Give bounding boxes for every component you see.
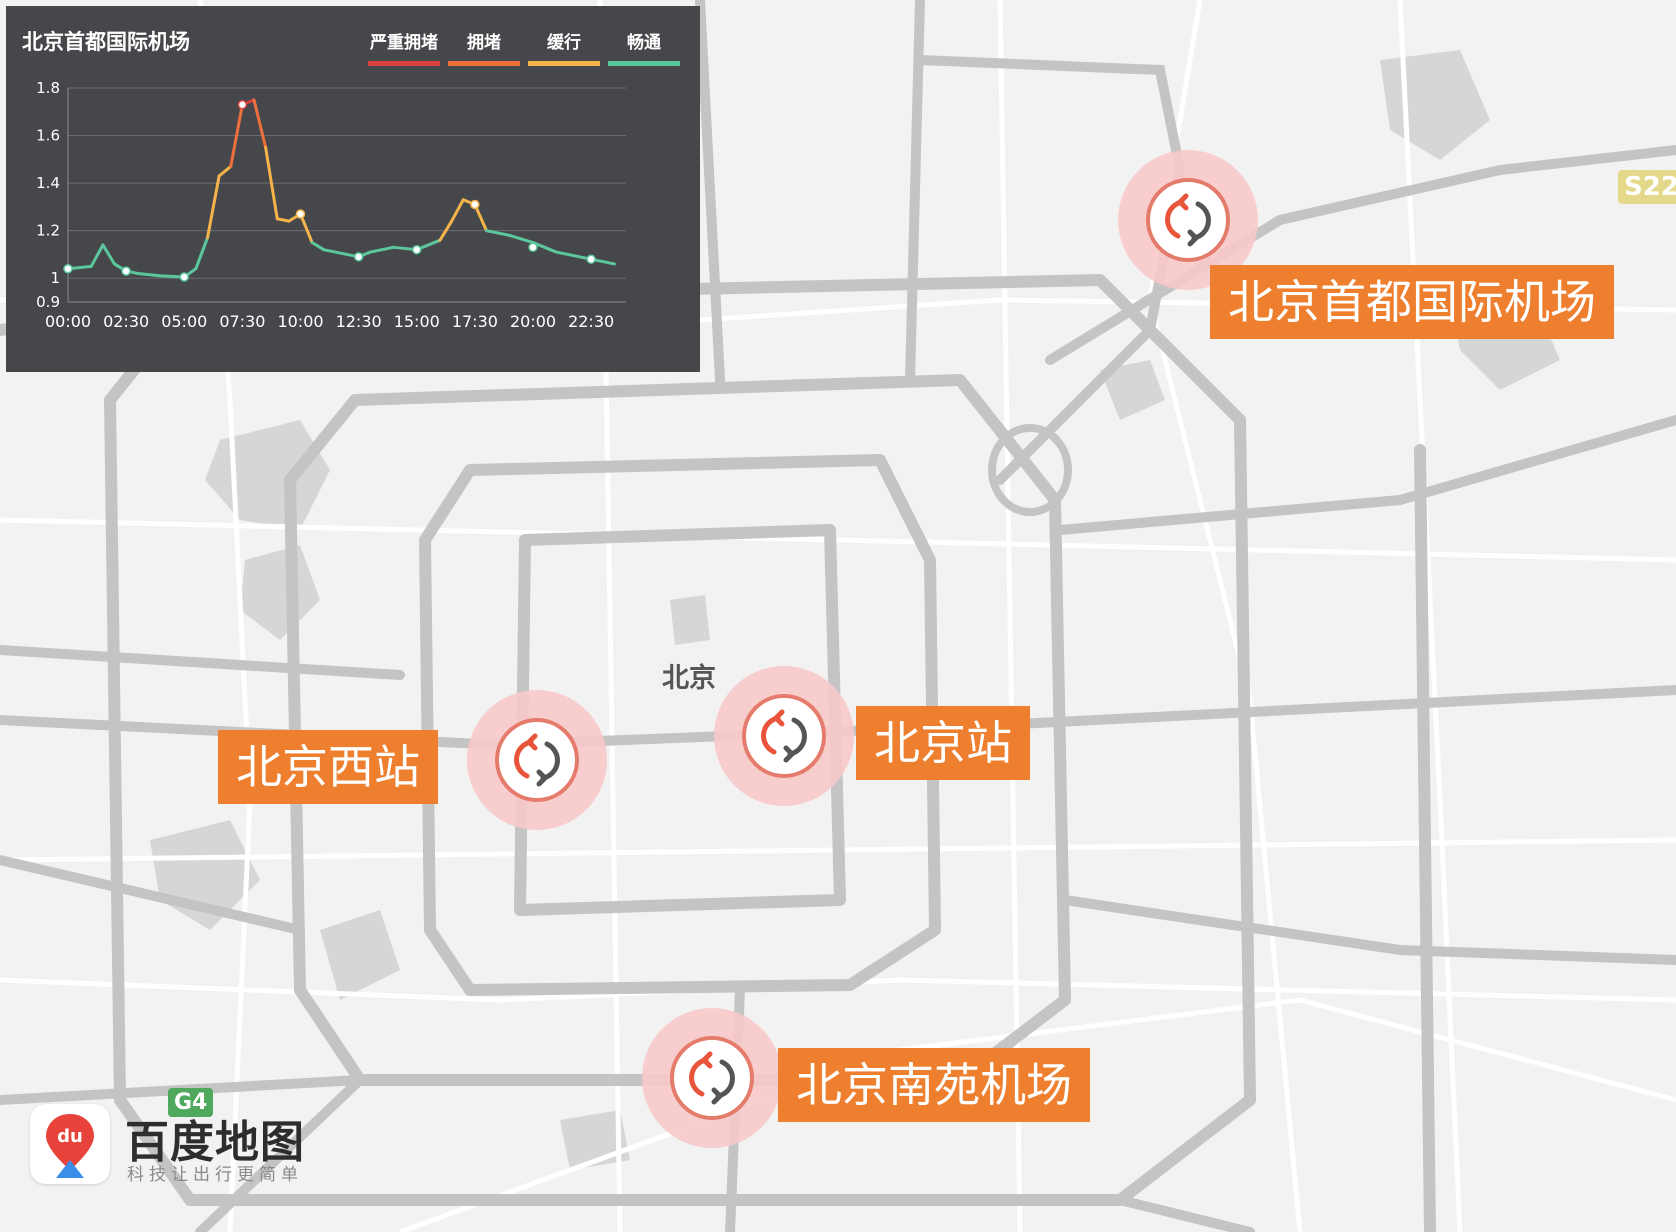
data-point (121, 266, 131, 276)
data-point (63, 263, 73, 274)
x-tick-label: 12:30 (336, 312, 382, 331)
series-line-segment (194, 236, 209, 271)
series-line-segment (206, 174, 221, 240)
map-pin-icon: du (30, 1104, 110, 1184)
x-tick-label: 05:00 (161, 312, 207, 331)
y-tick-label: 1 (50, 269, 60, 287)
traffic-chart-panel: 北京首都国际机场 严重拥堵 拥堵 缓行 畅通 0.9 1 1.2 1.4 1.6 1.8 0… (6, 6, 700, 372)
x-tick-label: 20:00 (510, 312, 556, 331)
logo-badge-text: du (57, 1126, 83, 1147)
data-point (586, 254, 596, 264)
y-tick-label: 1.4 (36, 174, 60, 192)
data-point (295, 209, 306, 219)
x-tick-label: 17:30 (452, 312, 498, 331)
series-line-segment (252, 98, 268, 149)
data-point (237, 99, 248, 110)
y-tick-label: 0.9 (36, 293, 60, 311)
poi-label-beijing-west-station[interactable]: 北京西站 (218, 730, 438, 804)
traffic-line-chart: 0.9 1 1.2 1.4 1.6 1.8 00:00 02:30 05:00 07:30 10:0… (36, 79, 626, 331)
x-tick-label: 15:00 (394, 312, 440, 331)
y-tick-label: 1.2 (36, 222, 60, 240)
series-line-segment (543, 245, 558, 254)
y-tick-label: 1.6 (36, 127, 60, 145)
data-point (528, 242, 538, 253)
x-tick-label: 10:00 (277, 312, 323, 331)
series-line-segment (101, 243, 116, 266)
logo-slogan: 科技让出行更简单 (127, 1165, 303, 1185)
x-tick-label: 22:30 (568, 312, 614, 331)
series-line-segment (217, 164, 233, 178)
series-line-segment (136, 271, 163, 278)
x-tick-label: 00:00 (45, 312, 91, 331)
series-line-segment (508, 233, 535, 245)
poi-label-nanyuan-airport[interactable]: 北京南苑机场 (778, 1048, 1090, 1122)
x-tick-label: 07:30 (219, 312, 265, 331)
data-point (353, 252, 364, 262)
series-line-segment (450, 198, 465, 223)
series-line-segment (322, 248, 349, 256)
x-tick-label: 02:30 (103, 312, 149, 331)
series-line-segment (554, 250, 581, 259)
y-tick-label: 1.8 (36, 79, 60, 97)
city-label: 北京 (662, 663, 716, 694)
series-line-segment (89, 243, 105, 268)
series-line-segment (310, 241, 326, 252)
series-line-segment (275, 217, 291, 223)
highway-shield-s22: S22 (1618, 170, 1676, 204)
data-point (179, 272, 189, 282)
data-point (470, 199, 480, 210)
baidu-map-logo: du 百度地图 科技让出行更简单 (30, 1102, 310, 1190)
poi-label-beijing-station[interactable]: 北京站 (856, 706, 1030, 780)
series-line-segment (485, 229, 512, 237)
poi-label-capital-airport[interactable]: 北京首都国际机场 (1210, 265, 1614, 339)
series-line-segment (368, 245, 395, 254)
data-point (412, 244, 422, 255)
